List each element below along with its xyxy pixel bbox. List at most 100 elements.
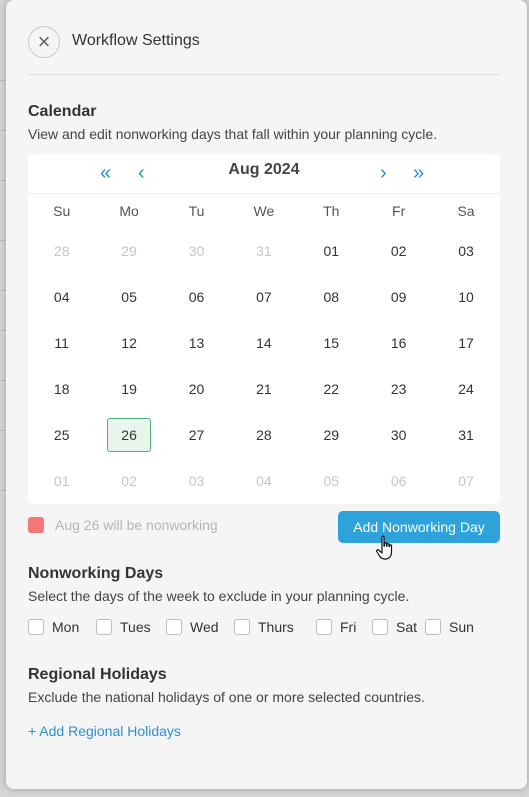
calendar-day[interactable]: 31 — [432, 418, 499, 452]
calendar-day[interactable]: 28 — [230, 418, 297, 452]
calendar-day-number: 05 — [121, 289, 137, 305]
calendar-day[interactable]: 20 — [163, 372, 230, 406]
calendar-day[interactable]: 19 — [95, 372, 162, 406]
weekday-label: Tu — [188, 203, 205, 219]
weekday-label: Sa — [457, 203, 475, 219]
calendar-day-number: 23 — [390, 381, 407, 397]
calendar-day[interactable]: 04 — [230, 464, 297, 498]
calendar-section-description: View and edit nonworking days that fall … — [28, 126, 438, 142]
calendar-day-number: 01 — [53, 473, 70, 489]
calendar-day[interactable]: 07 — [230, 280, 297, 314]
next-year-button[interactable]: » — [413, 162, 424, 184]
calendar-day[interactable]: 12 — [95, 326, 162, 360]
nonworking-color-swatch — [28, 517, 44, 533]
weekday-checkbox[interactable] — [316, 619, 332, 635]
calendar-day-number: 08 — [323, 289, 340, 305]
calendar-day-number: 07 — [458, 473, 474, 489]
calendar-day-selected[interactable]: 26 — [95, 418, 162, 452]
calendar-day[interactable]: 01 — [28, 464, 95, 498]
calendar-day-number: 06 — [188, 289, 205, 305]
calendar-day[interactable]: 04 — [28, 280, 95, 314]
calendar-day-number: 02 — [121, 473, 137, 489]
add-nonworking-day-button[interactable]: Add Nonworking Day — [338, 511, 500, 543]
calendar-day[interactable]: 25 — [28, 418, 95, 452]
calendar-day-number: 29 — [323, 427, 340, 443]
weekday-checkbox-label: Thurs — [258, 619, 294, 635]
calendar-day[interactable]: 24 — [432, 372, 499, 406]
calendar-day[interactable]: 02 — [365, 234, 432, 268]
workflow-settings-panel: × Workflow Settings Calendar View and ed… — [6, 0, 527, 789]
calendar-day[interactable]: 22 — [298, 372, 365, 406]
calendar-day[interactable]: 28 — [28, 234, 95, 268]
calendar-day[interactable]: 11 — [28, 326, 95, 360]
weekday-checkbox[interactable] — [425, 619, 441, 635]
calendar-day-number: 04 — [256, 473, 272, 489]
calendar-day[interactable]: 29 — [298, 418, 365, 452]
weekday-checkbox-label: Sun — [449, 619, 474, 635]
calendar-day[interactable]: 06 — [365, 464, 432, 498]
nonworking-notice: Aug 26 will be nonworking — [55, 517, 218, 533]
calendar-day[interactable]: 09 — [365, 280, 432, 314]
calendar-day[interactable]: 23 — [365, 372, 432, 406]
nonworking-days-description: Select the days of the week to exclude i… — [28, 588, 410, 604]
calendar-day-number: 05 — [323, 473, 340, 489]
regional-holidays-description: Exclude the national holidays of one or … — [28, 689, 425, 705]
calendar-day[interactable]: 13 — [163, 326, 230, 360]
calendar-day[interactable]: 03 — [432, 234, 499, 268]
calendar-day-number: 20 — [188, 381, 205, 397]
calendar-day-number: 04 — [53, 289, 70, 305]
weekday-checkbox-label: Tues — [120, 619, 151, 635]
calendar-day[interactable]: 30 — [365, 418, 432, 452]
calendar-day-number: 22 — [323, 381, 340, 397]
weekday-checkbox[interactable] — [234, 619, 250, 635]
close-button[interactable]: × — [28, 26, 60, 58]
calendar-day-number: 12 — [121, 335, 137, 351]
calendar-week-row: 11 12 13 14 15 16 17 — [28, 320, 500, 366]
weekday-checkbox-label: Sat — [396, 619, 418, 635]
weekday-checkbox[interactable] — [372, 619, 388, 635]
calendar-day-number: 11 — [54, 335, 69, 351]
panel-header: × Workflow Settings — [28, 26, 500, 75]
calendar-day[interactable]: 30 — [163, 234, 230, 268]
calendar-day[interactable]: 16 — [365, 326, 432, 360]
regional-holidays-title: Regional Holidays — [28, 666, 167, 683]
weekday-checkbox[interactable] — [96, 619, 112, 635]
calendar-day[interactable]: 10 — [432, 280, 499, 314]
weekday-option-sat: Sat — [372, 617, 417, 637]
weekday-checkbox[interactable] — [166, 619, 182, 635]
calendar-day[interactable]: 29 — [95, 234, 162, 268]
calendar-day[interactable]: 14 — [230, 326, 297, 360]
weekday-checkbox[interactable] — [28, 619, 44, 635]
calendar-day[interactable]: 08 — [298, 280, 365, 314]
hand-pointer-icon — [376, 535, 396, 566]
calendar-day[interactable]: 03 — [163, 464, 230, 498]
calendar-day[interactable]: 05 — [95, 280, 162, 314]
calendar-day-number: 30 — [390, 427, 407, 443]
calendar-day[interactable]: 07 — [432, 464, 499, 498]
calendar-section-title: Calendar — [28, 103, 97, 120]
calendar-day-number: 24 — [458, 381, 474, 397]
calendar-day[interactable]: 31 — [230, 234, 297, 268]
calendar-day[interactable]: 27 — [163, 418, 230, 452]
next-month-button[interactable]: › — [380, 162, 387, 184]
weekday-label: Fr — [392, 203, 406, 219]
calendar-week-row: 25 26 27 28 29 30 31 — [28, 412, 500, 458]
add-regional-holidays-link[interactable]: + Add Regional Holidays — [28, 723, 181, 739]
calendar-day-number: 29 — [121, 243, 137, 259]
calendar-day[interactable]: 02 — [95, 464, 162, 498]
calendar-weeks: 28 29 30 31 01 02 03 04 05 06 07 08 09 10 11 12 13 14 15 16… — [28, 228, 500, 504]
calendar-day[interactable]: 21 — [230, 372, 297, 406]
calendar-day-number: 02 — [390, 243, 407, 259]
calendar-day[interactable]: 18 — [28, 372, 95, 406]
calendar-week-row: 01 02 03 04 05 06 07 — [28, 458, 500, 504]
calendar-day[interactable]: 06 — [163, 280, 230, 314]
calendar-day[interactable]: 15 — [298, 326, 365, 360]
calendar-day-number: 15 — [323, 335, 340, 351]
calendar-day-number: 21 — [256, 381, 272, 397]
calendar-day[interactable]: 01 — [298, 234, 365, 268]
calendar-grid: Su Mo Tu We Th Fr Sa 28 29 30 31 01 02 03 04 05 06 07 08 0… — [28, 194, 500, 504]
calendar-day-number: 07 — [256, 289, 272, 305]
calendar-day[interactable]: 05 — [298, 464, 365, 498]
calendar-day[interactable]: 17 — [432, 326, 499, 360]
calendar-day-number: 17 — [458, 335, 474, 351]
